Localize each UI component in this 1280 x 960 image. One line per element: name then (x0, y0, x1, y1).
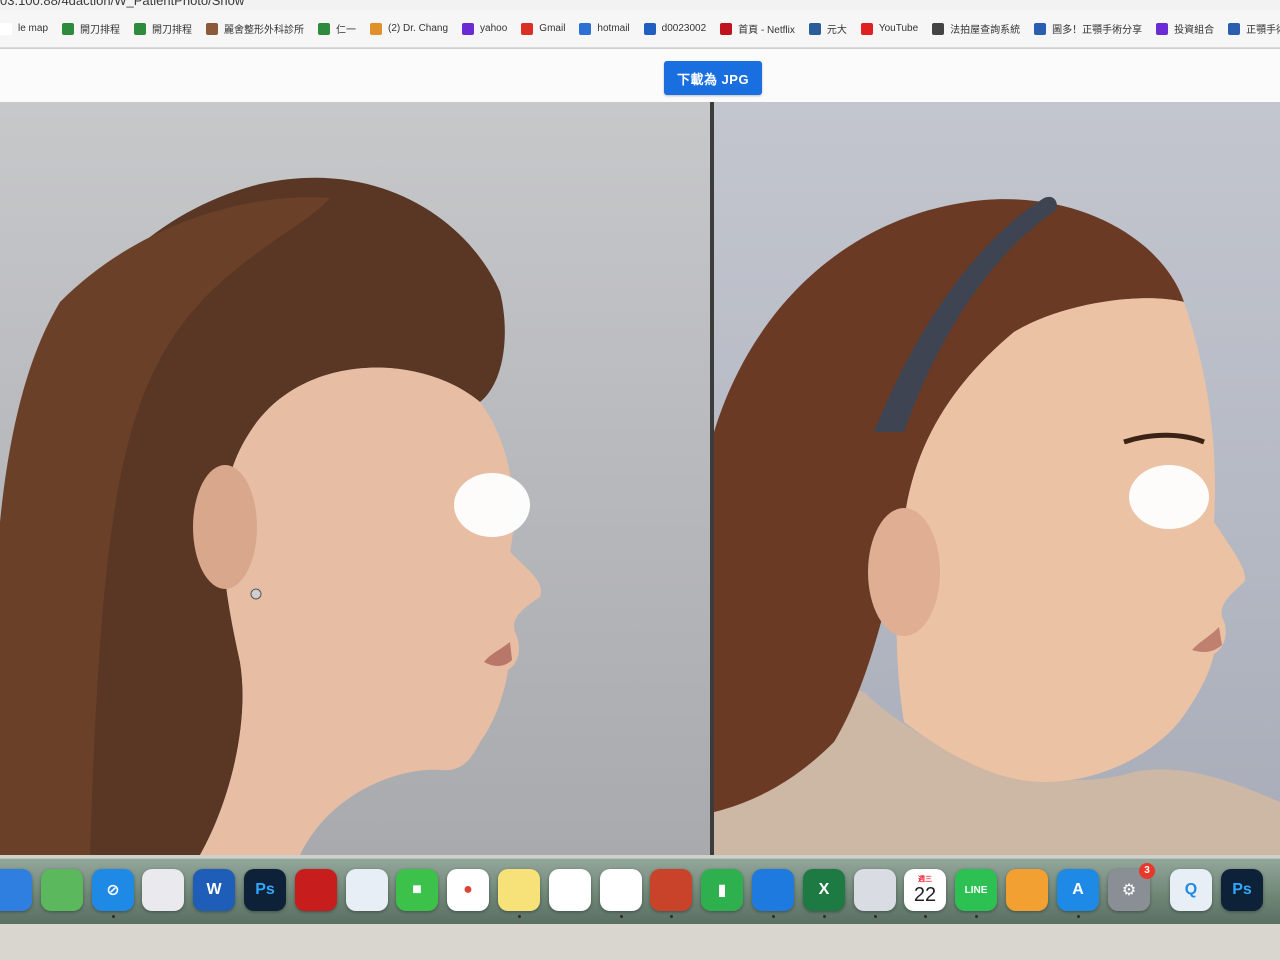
bookmark-item[interactable]: 法拍屋查詢系統 (932, 21, 1020, 36)
mail-icon (579, 22, 592, 35)
bookmark-item[interactable]: Gmail (521, 22, 566, 35)
patient-photo-left (0, 102, 710, 855)
bookmark-item[interactable]: 開刀排程 (134, 21, 192, 36)
running-indicator (975, 915, 978, 918)
running-indicator (924, 915, 927, 918)
powerpoint-icon[interactable] (650, 869, 692, 911)
bookmark-label: 圖多！正顎手術分享 (1052, 25, 1143, 36)
bookmark-label: 麗舍整形外科診所 (224, 25, 305, 36)
facetime-icon[interactable]: ■ (396, 869, 438, 911)
bookmark-label: 開刀排程 (80, 25, 121, 36)
safari-icon[interactable]: ⊘ (92, 869, 134, 911)
notes-icon[interactable] (498, 869, 540, 911)
youtube-icon (860, 22, 873, 35)
bookmark-item[interactable]: (2) Dr. Chang (370, 22, 449, 35)
excel-icon[interactable]: X (803, 869, 845, 911)
bookmark-label: (2) Dr. Chang (388, 23, 449, 34)
quicktime-icon[interactable]: Q (1170, 869, 1212, 911)
avatar-icon (206, 22, 219, 35)
address-bar[interactable]: 03.100.88/4daction/W_PatientPhoto/Show (0, 0, 1280, 10)
running-indicator (823, 915, 826, 918)
calendar-day: 22 (913, 883, 937, 906)
bookmark-label: hotmail (597, 23, 630, 34)
bookmark-label: 首頁 - Netflix (738, 25, 795, 36)
word-icon[interactable]: W (193, 869, 235, 911)
photoshop-icon[interactable]: Ps (244, 869, 286, 911)
running-indicator (518, 915, 521, 918)
running-indicator (670, 915, 673, 918)
folder-icon (318, 22, 331, 35)
bookmark-item[interactable]: 開刀排程 (62, 21, 120, 36)
numbers-icon[interactable]: ▮ (701, 869, 743, 911)
reminders-icon[interactable] (600, 869, 642, 911)
star-icon (808, 22, 821, 35)
globe-icon (932, 22, 945, 35)
bookmark-label: 元大 (826, 25, 847, 36)
bookmark-item[interactable]: YouTube (860, 22, 919, 35)
folder-icon (62, 22, 75, 35)
maps-icon[interactable] (41, 869, 83, 911)
diamond-icon (370, 22, 383, 35)
slash-icon (1156, 22, 1169, 35)
app-store-icon[interactable]: A (1057, 869, 1099, 911)
bookmark-item[interactable]: 正顎手術 Orthog (1228, 21, 1280, 36)
screen-bezel (0, 924, 1280, 960)
macos-dock: ⊘ W Ps ■ ● ▮ X 週三 22 LINE A 3 ⚙ Q Ps (0, 858, 1280, 925)
chrome-icon[interactable]: ● (447, 869, 489, 911)
photoshop-icon[interactable]: Ps (1221, 869, 1263, 911)
circle-c-icon (1228, 22, 1241, 35)
line-icon[interactable]: LINE (955, 869, 997, 911)
toolbar-strip: 下載為 JPG (0, 49, 1280, 102)
bookmark-label: YouTube (878, 23, 919, 34)
bookmark-label: le map (18, 23, 49, 34)
bookmark-label: 投資組合 (1174, 25, 1215, 36)
bookmark-item[interactable]: 元大 (808, 21, 847, 36)
bookmarks-bar: le map 開刀排程 開刀排程 麗舍整形外科診所 仁一 (2) Dr. Chang yah… (0, 10, 1280, 48)
running-indicator (620, 915, 623, 918)
bookmark-label: 開刀排程 (152, 25, 193, 36)
finder-icon[interactable] (0, 869, 32, 911)
bookmark-item[interactable]: yahoo (462, 22, 508, 35)
system-settings-icon[interactable]: 3 ⚙ (1108, 863, 1155, 911)
bookmark-item[interactable]: le map (0, 22, 49, 35)
outlook-icon (643, 22, 656, 35)
bookmark-item[interactable]: d0023002 (643, 22, 707, 35)
bookmark-item[interactable]: 投資組合 (1156, 21, 1214, 36)
gmail-icon (521, 22, 534, 35)
bookmark-label: yahoo (480, 23, 508, 34)
bookmark-label: 法拍屋查詢系統 (950, 25, 1021, 36)
url-text: 03.100.88/4daction/W_PatientPhoto/Show (0, 0, 245, 8)
photos-icon[interactable] (549, 869, 591, 911)
running-indicator (1077, 915, 1080, 918)
bookmark-label: Gmail (539, 23, 566, 34)
bookmark-icon (1034, 22, 1047, 35)
running-indicator (112, 915, 115, 918)
bookmark-item[interactable]: 首頁 - Netflix (720, 21, 795, 36)
launchpad-icon[interactable] (142, 869, 184, 911)
download-jpg-button[interactable]: 下載為 JPG (664, 61, 762, 95)
photo-comparison (0, 102, 1280, 855)
bookmark-label: 正顎手術 Orthog (1246, 25, 1280, 36)
map-icon (0, 22, 12, 35)
notification-badge: 3 (1139, 863, 1155, 879)
bookmark-label: 仁一 (336, 25, 357, 36)
bookmark-item[interactable]: 麗舍整形外科診所 (206, 21, 304, 36)
bookmark-item[interactable]: 仁一 (318, 21, 356, 36)
running-indicator (874, 915, 877, 918)
bookmark-item[interactable]: hotmail (579, 22, 630, 35)
calendar-weekday: 週三 (918, 875, 932, 883)
appstore-like-icon[interactable] (346, 869, 388, 911)
bookmark-label: d0023002 (661, 23, 707, 34)
keynote-icon[interactable] (752, 869, 794, 911)
slash-icon (462, 22, 475, 35)
folder-icon (134, 22, 147, 35)
patient-photo-right (714, 102, 1280, 855)
bookmark-item[interactable]: 圖多！正顎手術分享 (1034, 21, 1142, 36)
acrobat-icon[interactable] (295, 869, 337, 911)
netflix-icon (720, 22, 733, 35)
running-indicator (772, 915, 775, 918)
pages-icon[interactable] (1006, 869, 1048, 911)
calendar-icon[interactable]: 週三 22 (904, 869, 946, 911)
webcam-icon[interactable] (854, 869, 896, 911)
